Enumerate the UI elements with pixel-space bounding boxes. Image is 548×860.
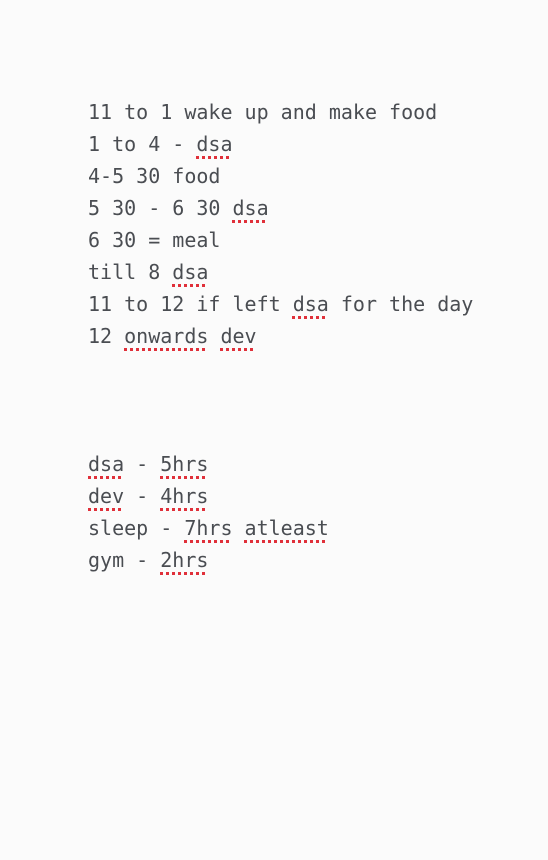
- schedule-line[interactable]: 12 onwards dev: [88, 320, 473, 352]
- text-segment: 4-5 30 food: [88, 164, 221, 188]
- misspelled-word: dsa: [232, 196, 269, 220]
- misspelled-word: dev: [220, 324, 257, 348]
- misspelled-word: dsa: [88, 452, 125, 476]
- schedule-line[interactable]: 1 to 4 - dsa: [88, 128, 473, 160]
- misspelled-word: dsa: [196, 132, 233, 156]
- totals-line[interactable]: dsa - 5hrs: [88, 448, 329, 480]
- text-segment: [233, 516, 245, 540]
- schedule-line[interactable]: till 8 dsa: [88, 256, 473, 288]
- text-segment: till 8: [88, 260, 173, 284]
- totals-line[interactable]: dev - 4hrs: [88, 480, 329, 512]
- schedule-line[interactable]: 11 to 12 if left dsa for the day: [88, 288, 473, 320]
- text-segment: sleep -: [88, 516, 185, 540]
- misspelled-word: 5hrs: [160, 452, 209, 476]
- text-segment: [208, 324, 220, 348]
- text-segment: 11 to 12 if left: [88, 292, 293, 316]
- text-segment: 11 to 1 wake up and make food: [88, 100, 438, 124]
- schedule-line[interactable]: 11 to 1 wake up and make food: [88, 96, 473, 128]
- schedule-line[interactable]: 4-5 30 food: [88, 160, 473, 192]
- text-segment: for the day: [328, 292, 474, 316]
- misspelled-word: dsa: [172, 260, 209, 284]
- misspelled-word: atleast: [244, 516, 329, 540]
- text-segment: -: [124, 484, 161, 508]
- schedule-line[interactable]: 5 30 - 6 30 dsa: [88, 192, 473, 224]
- misspelled-word: onwards: [124, 324, 209, 348]
- misspelled-word: dsa: [292, 292, 329, 316]
- misspelled-word: dev: [88, 484, 125, 508]
- text-editor-area[interactable]: 11 to 1 wake up and make food 1 to 4 - ds…: [0, 0, 548, 860]
- text-segment: -: [124, 452, 161, 476]
- totals-line[interactable]: gym - 2hrs: [88, 544, 329, 576]
- text-segment: 1 to 4 -: [88, 132, 197, 156]
- text-segment: 6 30 = meal: [88, 228, 221, 252]
- text-segment: 5 30 - 6 30: [88, 196, 233, 220]
- schedule-block: 11 to 1 wake up and make food 1 to 4 - ds…: [88, 96, 473, 352]
- schedule-line[interactable]: 6 30 = meal: [88, 224, 473, 256]
- misspelled-word: 4hrs: [160, 484, 209, 508]
- misspelled-word: 7hrs: [184, 516, 233, 540]
- text-segment: gym -: [88, 548, 161, 572]
- totals-line[interactable]: sleep - 7hrs atleast: [88, 512, 329, 544]
- misspelled-word: 2hrs: [160, 548, 209, 572]
- totals-block: dsa - 5hrs dev - 4hrs sleep - 7hrs atleast…: [88, 448, 329, 576]
- text-segment: 12: [88, 324, 125, 348]
